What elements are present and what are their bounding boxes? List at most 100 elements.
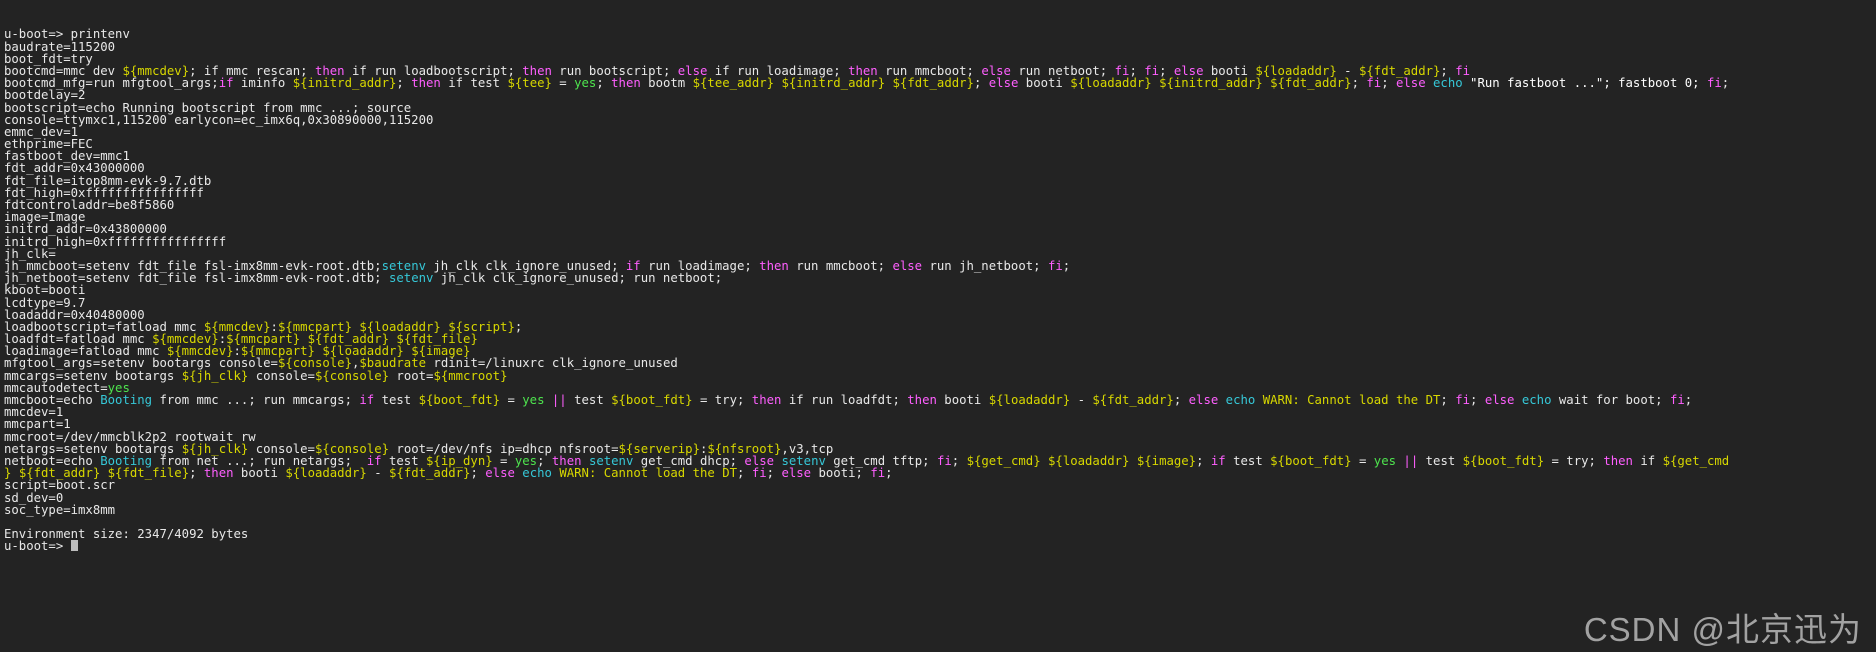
terminal-token: test: [1225, 453, 1271, 468]
terminal-token: booti: [1018, 76, 1071, 91]
terminal-token: ${boot_fdt}: [1462, 453, 1545, 468]
terminal-token: Booting: [100, 393, 153, 408]
terminal-token: ${boot_fdt}: [611, 393, 693, 408]
terminal-token: fi: [1706, 76, 1722, 91]
terminal-token: ${initrd_addr}: [781, 76, 886, 91]
terminal-window[interactable]: u-boot=> printenv baudrate=115200 boot_fdt…: [0, 0, 1876, 652]
terminal-line: mmcboot=echo Booting from mmc ...; run m…: [4, 394, 1876, 406]
terminal-token: WARN: Cannot load the DT: [1262, 393, 1441, 408]
terminal-token: else: [988, 76, 1019, 91]
terminal-token: ;: [1381, 76, 1396, 91]
terminal-line: fastboot_dev=mmc1: [4, 150, 1876, 162]
terminal-token: fi: [936, 453, 952, 468]
terminal-token: echo: [1521, 393, 1552, 408]
terminal-token: run jh_netboot;: [922, 258, 1048, 273]
terminal-token: ;: [737, 466, 752, 481]
terminal-token: setenv: [388, 271, 434, 286]
terminal-token: ${fdt_addr}: [1092, 393, 1174, 408]
terminal-token: console=: [248, 368, 315, 383]
terminal-token: ;: [885, 466, 893, 481]
terminal-token: else: [1396, 76, 1426, 91]
terminal-token: else: [892, 258, 923, 273]
terminal-line: emmc_dev=1: [4, 126, 1876, 138]
terminal-token: else: [1484, 393, 1515, 408]
terminal-token: test: [374, 393, 419, 408]
csdn-watermark: CSDN @北京迅为: [1583, 610, 1862, 648]
terminal-token: ${loadaddr}: [988, 393, 1071, 408]
terminal-token: ${loadaddr}: [1070, 76, 1152, 91]
terminal-token: echo: [1433, 76, 1463, 91]
terminal-token: ;: [766, 466, 782, 481]
terminal-token: then: [759, 258, 789, 273]
terminal-token: ${boot_fdt}: [1270, 453, 1352, 468]
terminal-token: -: [366, 466, 390, 481]
terminal-token: ${get_cmd}: [966, 453, 1041, 468]
terminal-token: ${console}: [314, 368, 390, 383]
terminal-line: bootcmd_mfg=run mfgtool_args;if iminfo $…: [4, 77, 1876, 89]
terminal-token: then: [1603, 453, 1633, 468]
terminal-token: ${initrd_addr}: [1159, 76, 1263, 91]
terminal-token: booti: [936, 393, 989, 408]
terminal-token: ;: [189, 466, 204, 481]
terminal-line: mmcdev=1: [4, 406, 1876, 418]
terminal-line: fdt_file=itop8mm-evk-9.7.dtb: [4, 175, 1876, 187]
terminal-token: u-boot=>: [4, 539, 71, 554]
terminal-token: fi: [1047, 258, 1063, 273]
terminal-token: ;: [596, 76, 612, 91]
terminal-token: else: [1188, 393, 1219, 408]
terminal-token: run mmcboot;: [788, 258, 893, 273]
terminal-token: ${tee_addr}: [692, 76, 775, 91]
terminal-token: booti;: [811, 466, 871, 481]
terminal-token: then: [751, 393, 782, 408]
terminal-token: ${initrd_addr}: [292, 76, 397, 91]
terminal-line: kboot=booti: [4, 284, 1876, 296]
terminal-token: fi: [1455, 393, 1471, 408]
terminal-line: fdt_high=0xffffffffffffffff: [4, 187, 1876, 199]
terminal-token: ;: [1196, 453, 1211, 468]
terminal-token: yes: [574, 76, 597, 91]
terminal-token: fi: [870, 466, 886, 481]
terminal-token: ;: [1470, 393, 1485, 408]
terminal-token: ${get_cmd: [1662, 453, 1730, 468]
terminal-line: Environment size: 2347/4092 bytes: [4, 528, 1876, 540]
terminal-token: fi: [751, 466, 767, 481]
terminal-output: u-boot=> printenv baudrate=115200 boot_fdt…: [4, 28, 1876, 552]
terminal-token: ;: [1684, 393, 1693, 408]
terminal-token: =: [500, 393, 523, 408]
terminal-token: ;: [1351, 76, 1367, 91]
terminal-token: if: [1632, 453, 1663, 468]
terminal-line: fdt_addr=0x43000000: [4, 162, 1876, 174]
terminal-token: iminfo: [233, 76, 293, 91]
terminal-token: jh_clk clk_ignore_unused; run netboot;: [433, 271, 723, 286]
terminal-line: soc_type=imx8mm: [4, 504, 1876, 516]
terminal-token: then: [411, 76, 441, 91]
terminal-line: lcdtype=9.7: [4, 296, 1876, 309]
terminal-token: ;: [514, 319, 523, 334]
terminal-token: ;: [951, 453, 967, 468]
terminal-token: then: [907, 393, 937, 408]
terminal-token: ;: [470, 466, 486, 481]
terminal-token: = try;: [1544, 453, 1604, 468]
terminal-token: test: [1418, 453, 1463, 468]
terminal-token: yes: [522, 393, 545, 408]
terminal-token: = try;: [692, 393, 752, 408]
terminal-line: mmcpart=1: [4, 418, 1876, 430]
terminal-token: "Run fastboot ..."; fastboot 0;: [1462, 76, 1707, 91]
terminal-token: test: [566, 393, 612, 408]
terminal-token: WARN: Cannot load the DT: [559, 466, 738, 481]
terminal-token: then: [203, 466, 234, 481]
terminal-line: u-boot=> printenv: [4, 28, 1876, 40]
terminal-line: console=ttymxc1,115200 earlycon=ec_imx6q…: [4, 114, 1876, 126]
terminal-line: script=boot.scr: [4, 479, 1876, 491]
terminal-token: ${jh_clk}: [181, 368, 249, 383]
terminal-line: sd_dev=0: [4, 491, 1876, 504]
terminal-token: ;: [396, 76, 412, 91]
terminal-token: -: [1070, 393, 1093, 408]
terminal-token: if: [1210, 453, 1226, 468]
terminal-line: ethprime=FEC: [4, 138, 1876, 150]
